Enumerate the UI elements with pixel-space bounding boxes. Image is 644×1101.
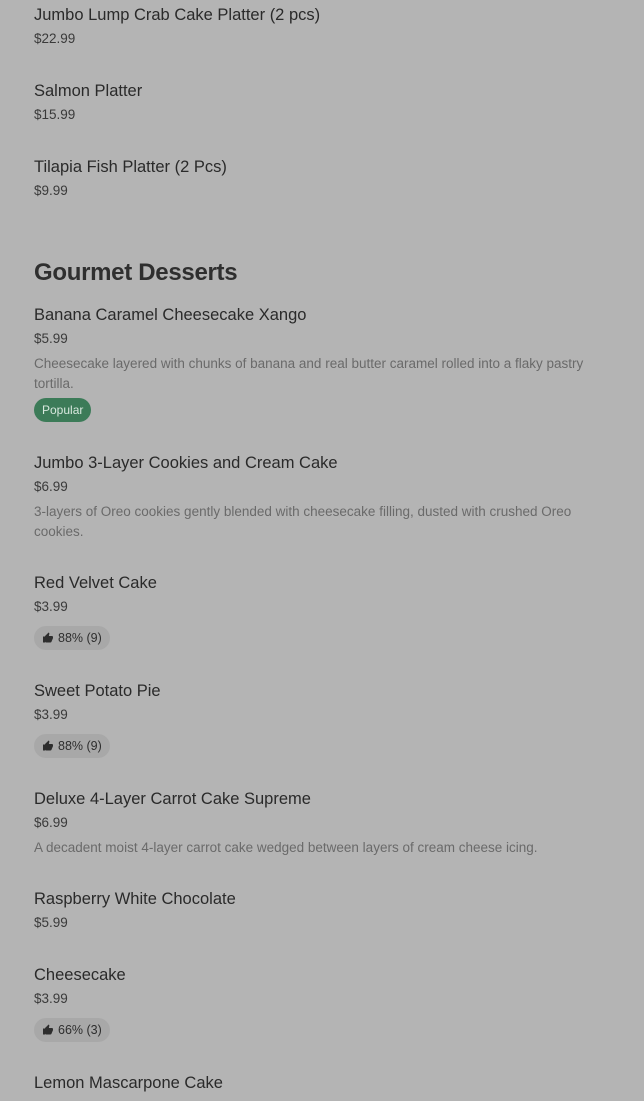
rating-pill: 88% (9) — [34, 734, 110, 758]
item-name[interactable]: Red Velvet Cake — [34, 573, 157, 593]
thumbs-up-icon — [43, 1024, 53, 1035]
item-price: $6.99 — [34, 815, 68, 830]
thumbs-up-icon — [43, 740, 53, 751]
item-price: $22.99 — [34, 31, 76, 46]
item-name[interactable]: Salmon Platter — [34, 81, 142, 101]
item-price: $15.99 — [34, 107, 76, 122]
item-name[interactable]: Banana Caramel Cheesecake Xango — [34, 305, 306, 325]
item-name[interactable]: Lemon Mascarpone Cake — [34, 1073, 223, 1093]
item-price: $3.99 — [34, 991, 68, 1006]
rating-pill: 66% (3) — [34, 1018, 110, 1042]
section-title: Gourmet Desserts — [34, 259, 238, 286]
item-name[interactable]: Jumbo Lump Crab Cake Platter (2 pcs) — [34, 5, 320, 25]
item-name[interactable]: Sweet Potato Pie — [34, 681, 161, 701]
item-price: $6.99 — [34, 479, 68, 494]
item-name[interactable]: Jumbo 3-Layer Cookies and Cream Cake — [34, 453, 338, 473]
item-price: $3.99 — [34, 707, 68, 722]
item-name[interactable]: Deluxe 4-Layer Carrot Cake Supreme — [34, 789, 311, 809]
item-price: $5.99 — [34, 331, 68, 346]
popular-badge: Popular — [34, 398, 92, 422]
item-name[interactable]: Tilapia Fish Platter (2 Pcs) — [34, 157, 227, 177]
item-description: A decadent moist 4-layer carrot cake wed… — [34, 840, 538, 855]
rating-text: 66% (3) — [58, 1023, 102, 1037]
item-name[interactable]: Raspberry White Chocolate — [34, 889, 236, 909]
item-price: $9.99 — [34, 183, 68, 198]
thumbs-up-icon — [43, 632, 53, 643]
item-description: 3-layers of Oreo cookies gently blended … — [34, 504, 572, 539]
item-price: $3.99 — [34, 599, 68, 614]
rating-text: 88% (9) — [58, 739, 102, 753]
rating-text: 88% (9) — [58, 631, 102, 645]
item-price: $5.99 — [34, 915, 68, 930]
rating-pill: 88% (9) — [34, 626, 110, 650]
item-description: Cheesecake layered with chunks of banana… — [34, 356, 584, 391]
item-name[interactable]: Cheesecake — [34, 965, 126, 985]
